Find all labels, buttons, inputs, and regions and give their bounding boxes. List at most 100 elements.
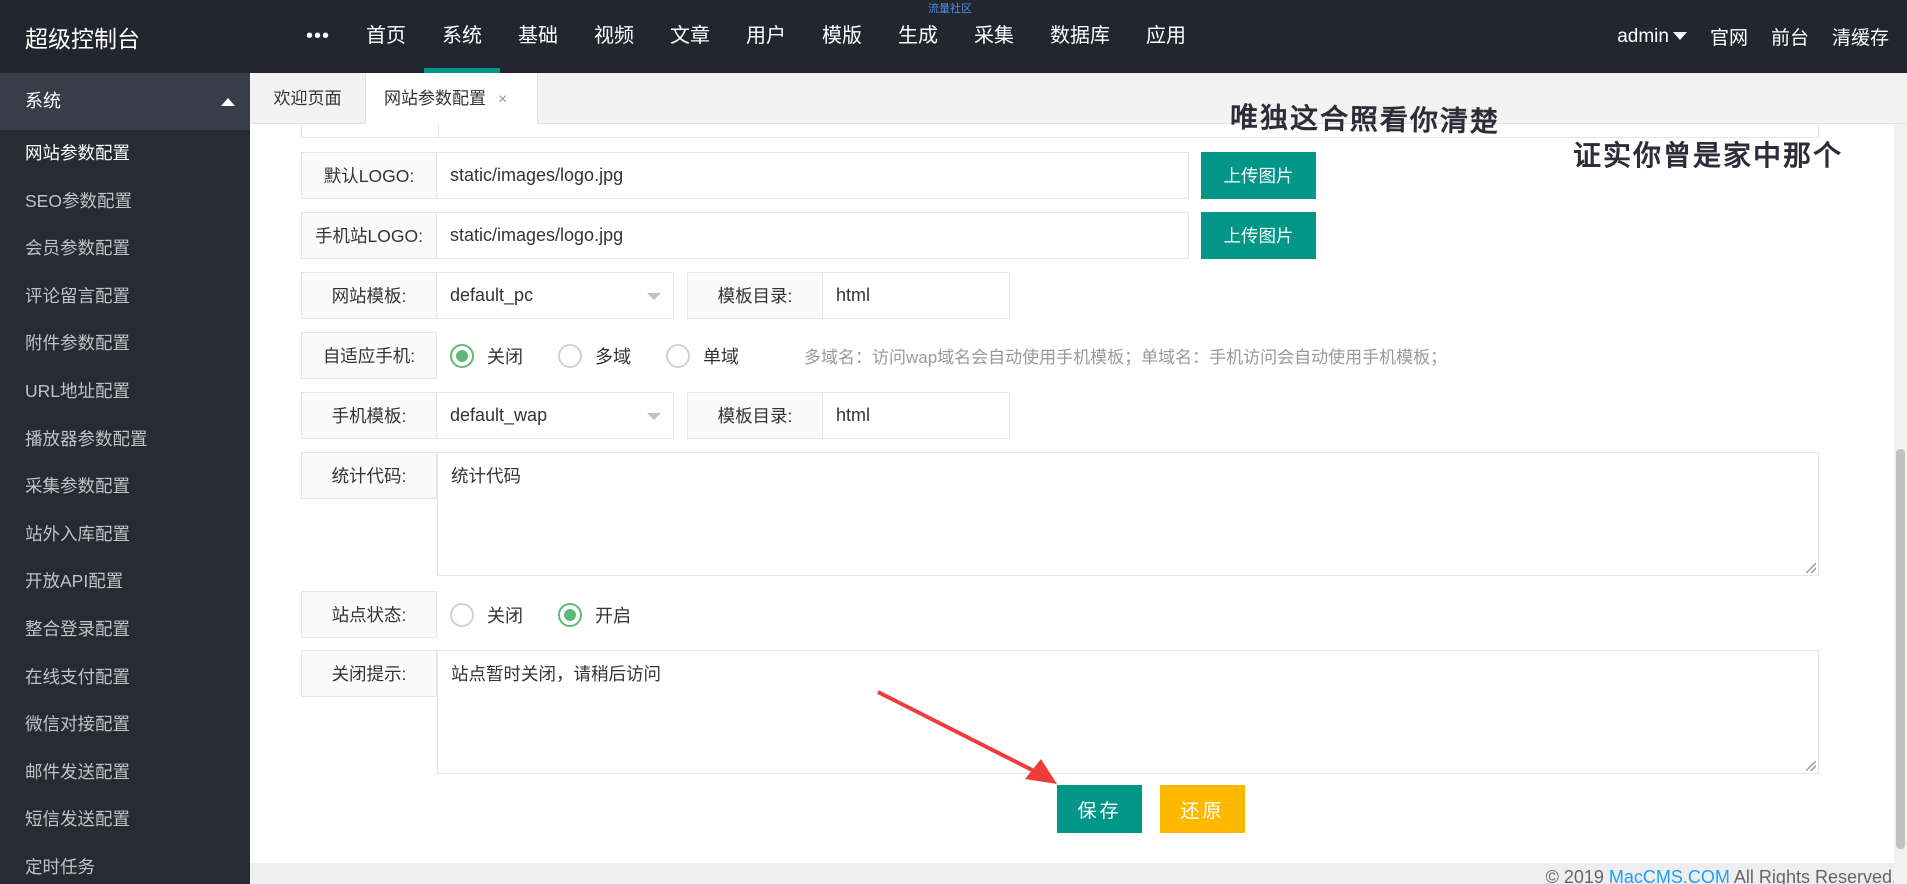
- sidebar-item-wechat-config[interactable]: 微信对接配置: [0, 701, 250, 749]
- radio-label: 单域: [703, 346, 739, 367]
- more-menu-icon[interactable]: •••: [288, 0, 348, 73]
- template-dir-input[interactable]: html: [823, 272, 1010, 319]
- sidebar-item-collect-config[interactable]: 采集参数配置: [0, 463, 250, 511]
- radio-adaptive-single[interactable]: 单域: [666, 343, 739, 369]
- row-mobile-template: 手机模板: default_wap 模板目录: html: [301, 392, 1010, 439]
- nav-basic[interactable]: 基础: [500, 0, 576, 73]
- radio-checked-icon: [558, 602, 582, 627]
- mobile-logo-input[interactable]: static/images/logo.jpg: [437, 212, 1189, 259]
- overlay-caption-1: 唯独这合照看你清楚: [1229, 100, 1501, 139]
- admin-username: admin: [1617, 25, 1669, 47]
- mobile-logo-label: 手机站LOGO:: [301, 212, 437, 259]
- nav-home[interactable]: 首页: [348, 0, 424, 73]
- clear-cache-link[interactable]: 清缓存: [1832, 23, 1889, 50]
- nav-apps[interactable]: 应用: [1128, 0, 1204, 73]
- admin-user-menu[interactable]: admin: [1617, 26, 1687, 48]
- sidebar-item-url-config[interactable]: URL地址配置: [0, 368, 250, 416]
- row-mobile-logo: 手机站LOGO: static/images/logo.jpg 上传图片: [301, 212, 1316, 259]
- resize-handle-icon[interactable]: [1806, 563, 1816, 573]
- radio-unchecked-icon: [666, 343, 690, 368]
- radio-status-on[interactable]: 开启: [558, 602, 631, 628]
- nav-article[interactable]: 文章: [652, 0, 728, 73]
- radio-status-off[interactable]: 关闭: [450, 602, 523, 628]
- scrollbar[interactable]: [1894, 124, 1907, 884]
- brand-title[interactable]: 超级控制台: [25, 20, 140, 54]
- tab-site-config[interactable]: 网站参数配置 ×: [365, 73, 538, 125]
- nav-database[interactable]: 数据库: [1032, 0, 1128, 73]
- nav-user[interactable]: 用户: [728, 0, 804, 73]
- close-tip-textarea[interactable]: 站点暂时关闭，请稍后访问: [437, 650, 1819, 774]
- reset-button[interactable]: 还原: [1160, 785, 1245, 833]
- sidebar-item-seo-config[interactable]: SEO参数配置: [0, 178, 250, 226]
- arrow-shaft: [877, 690, 1041, 776]
- sidebar-item-payment-config[interactable]: 在线支付配置: [0, 654, 250, 702]
- sidebar-item-cron-tasks[interactable]: 定时任务: [0, 844, 250, 884]
- nav-video[interactable]: 视频: [576, 0, 652, 73]
- chevron-down-icon: [647, 412, 661, 420]
- template-dir-label: 模板目录:: [687, 272, 823, 319]
- adaptive-mobile-label: 自适应手机:: [301, 332, 437, 379]
- radio-unchecked-icon: [558, 343, 582, 368]
- sidebar-item-attachment-config[interactable]: 附件参数配置: [0, 320, 250, 368]
- top-navbar: 超级控制台 流量社区 ••• 首页 系统 基础 视频 文章 用户 模版 生成 采…: [0, 0, 1907, 73]
- upload-mobile-logo-button[interactable]: 上传图片: [1201, 212, 1316, 259]
- nav-template[interactable]: 模版: [804, 0, 880, 73]
- footer-prefix: © 2019: [1545, 867, 1609, 884]
- sidebar-item-site-config[interactable]: 网站参数配置: [0, 130, 250, 178]
- status-radio-group: 关闭 开启: [437, 591, 666, 638]
- sidebar-item-member-config[interactable]: 会员参数配置: [0, 225, 250, 273]
- nav-generate[interactable]: 生成: [880, 0, 956, 73]
- sidebar-item-email-config[interactable]: 邮件发送配置: [0, 749, 250, 797]
- stats-code-textarea[interactable]: 统计代码: [437, 452, 1819, 576]
- close-tip-value: 站点暂时关闭，请稍后访问: [451, 664, 661, 684]
- sidebar-group-system[interactable]: 系统: [0, 73, 250, 130]
- field-divider: [438, 124, 439, 138]
- close-icon[interactable]: ×: [498, 91, 507, 108]
- nav-collect[interactable]: 采集: [956, 0, 1032, 73]
- row-site-template: 网站模板: default_pc 模板目录: html: [301, 272, 1010, 319]
- upload-logo-button[interactable]: 上传图片: [1201, 152, 1316, 199]
- tab-welcome[interactable]: 欢迎页面: [250, 73, 365, 124]
- row-stats-code: 统计代码: 统计代码: [301, 452, 1819, 576]
- sidebar-item-comment-config[interactable]: 评论留言配置: [0, 273, 250, 321]
- sidebar-item-api-config[interactable]: 开放API配置: [0, 558, 250, 606]
- nav-system[interactable]: 系统: [424, 0, 501, 73]
- frontend-link[interactable]: 前台: [1771, 23, 1809, 50]
- scrollbar-thumb[interactable]: [1896, 449, 1905, 849]
- radio-adaptive-multi[interactable]: 多域: [558, 343, 631, 369]
- sidebar-item-login-config[interactable]: 整合登录配置: [0, 606, 250, 654]
- main-content: 默认LOGO: static/images/logo.jpg 上传图片 手机站L…: [250, 124, 1907, 884]
- stats-code-value: 统计代码: [451, 466, 521, 486]
- sidebar-item-import-config[interactable]: 站外入库配置: [0, 511, 250, 559]
- site-template-value: default_pc: [450, 285, 534, 305]
- maccms-link[interactable]: MacCMS.COM: [1609, 867, 1730, 884]
- mobile-template-dir-input[interactable]: html: [823, 392, 1010, 439]
- mobile-template-value: default_wap: [450, 405, 548, 425]
- top-right-links: admin 官网 前台 清缓存: [1594, 0, 1889, 73]
- chevron-down-icon: [647, 292, 661, 300]
- mobile-template-select[interactable]: default_wap: [437, 392, 674, 439]
- row-site-status: 站点状态: 关闭 开启: [301, 591, 666, 638]
- arrow-head: [1025, 759, 1057, 784]
- mobile-template-dir-label: 模板目录:: [687, 392, 823, 439]
- radio-adaptive-off[interactable]: 关闭: [450, 343, 523, 369]
- footer: © 2019 MacCMS.COM All Rights Reserved.: [250, 863, 1907, 884]
- mobile-template-label: 手机模板:: [301, 392, 437, 439]
- close-tip-label: 关闭提示:: [301, 650, 437, 697]
- radio-label: 关闭: [487, 605, 523, 626]
- sidebar-item-sms-config[interactable]: 短信发送配置: [0, 796, 250, 844]
- adaptive-hint: 多域名：访问wap域名会自动使用手机模板；单域名：手机访问会自动使用手机模板；: [804, 348, 1448, 367]
- resize-handle-icon[interactable]: [1806, 761, 1816, 771]
- radio-label: 多域: [595, 346, 631, 367]
- radio-label: 关闭: [487, 346, 523, 367]
- radio-checked-icon: [450, 343, 474, 368]
- default-logo-input[interactable]: static/images/logo.jpg: [437, 152, 1189, 199]
- chevron-down-icon: [1672, 32, 1687, 41]
- chevron-up-icon: [221, 98, 235, 106]
- site-template-select[interactable]: default_pc: [437, 272, 674, 319]
- save-button[interactable]: 保存: [1057, 785, 1142, 833]
- official-site-link[interactable]: 官网: [1710, 23, 1748, 50]
- adaptive-radio-group: 关闭 多域 单域 多域名：访问wap域名会自动使用手机模板；单域名：手机访问会自…: [437, 332, 1447, 379]
- tab-site-config-label: 网站参数配置: [384, 89, 486, 108]
- sidebar-item-player-config[interactable]: 播放器参数配置: [0, 416, 250, 464]
